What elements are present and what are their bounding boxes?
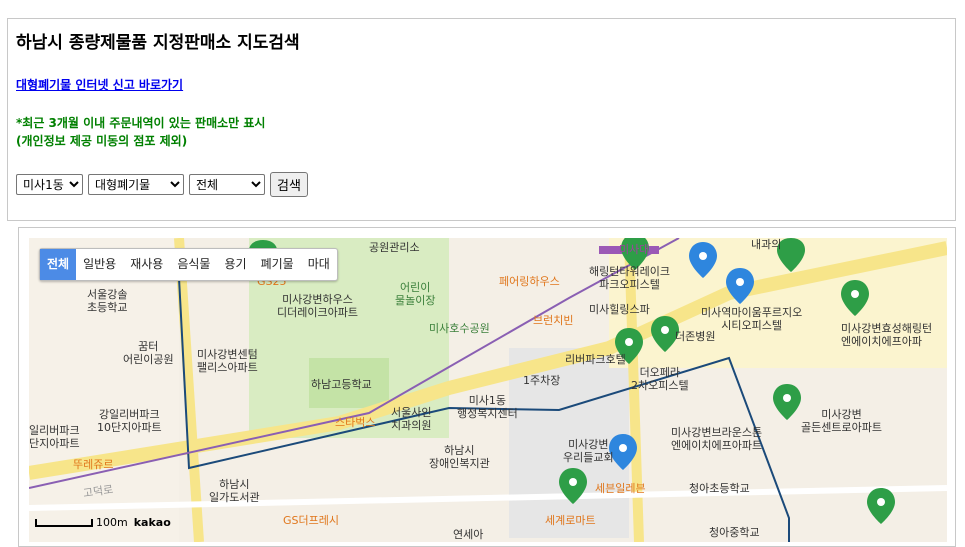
tab-sack[interactable]: 마대 xyxy=(301,249,337,280)
map-label: 미사1동 행정복지센터 xyxy=(457,394,518,420)
dong-select[interactable]: 미사1동 xyxy=(16,174,83,195)
tab-food[interactable]: 음식물 xyxy=(170,249,217,280)
map-label: 브런치빈 xyxy=(533,314,574,327)
map-label: 어린이 물놀이장 xyxy=(395,281,436,307)
scale-label: 100m xyxy=(96,516,128,529)
map-label: 공원관리소 xyxy=(369,241,420,254)
road-vertical xyxy=(174,238,204,542)
kakao-logo: kakao xyxy=(133,516,171,529)
map-label: 내과의 xyxy=(751,238,782,251)
report-link[interactable]: 대형폐기물 인터넷 신고 바로가기 xyxy=(16,76,183,93)
tab-general[interactable]: 일반용 xyxy=(76,249,123,280)
map-label: 미사역마이움푸르지오 시티오피스텔 xyxy=(701,306,803,332)
map-label: 미사호수공원 xyxy=(429,322,490,335)
map-label: 뚜레쥬르 xyxy=(73,458,114,471)
map-label: 세븐일레븐 xyxy=(595,482,646,495)
map-label: 페어링하우스 xyxy=(499,275,560,288)
map-label: 미사대 xyxy=(619,243,650,256)
tab-waste[interactable]: 폐기물 xyxy=(254,249,301,280)
tab-reuse[interactable]: 재사용 xyxy=(123,249,170,280)
map-canvas[interactable] xyxy=(29,238,947,542)
map-label: 리버파크호텔 xyxy=(565,353,626,366)
map-label: 서울강솔 초등학교 xyxy=(87,288,128,314)
map-label: 미사힐링스파 xyxy=(589,303,650,316)
map-label: 꿈터 어린이공원 xyxy=(123,340,174,366)
green-pin[interactable] xyxy=(773,384,801,420)
map-label: 미사강변효성해링턴 엔에이치에프아파 xyxy=(841,322,933,348)
filter-bar: 미사1동 대형폐기물 전체 검색 xyxy=(16,172,308,197)
map-label: 스타벅스 xyxy=(335,416,376,429)
category-bar: 전체 일반용 재사용 음식물 용기 폐기물 마대 xyxy=(39,248,338,281)
map-label: 일리버파크 단지아파트 xyxy=(29,424,80,450)
notice: *최근 3개월 이내 주문내역이 있는 판매소만 표시 (개인정보 제공 미동의… xyxy=(16,114,265,150)
map-label: 더오페라 2차오피스텔 xyxy=(631,366,689,392)
map-label: GS더프레시 xyxy=(283,514,339,527)
search-button[interactable]: 검색 xyxy=(270,172,308,197)
map-label: 하남고등학교 xyxy=(311,378,372,391)
map-label: 미사강변하우스 디더레이크아파트 xyxy=(277,293,358,319)
map-scale: 100m kakao xyxy=(35,516,171,529)
map-label: 미사강변브라운스톤 엔에이치에프아파트 xyxy=(671,426,763,452)
map-label: 연세아 xyxy=(453,528,484,541)
scale-bar xyxy=(35,518,93,527)
map-label: 하남시 일가도서관 xyxy=(209,478,260,504)
tab-container[interactable]: 용기 xyxy=(217,249,253,280)
map-label: 미사강변 우리들교회 xyxy=(563,438,614,464)
scope-select[interactable]: 전체 xyxy=(189,174,265,195)
page-title: 하남시 종량제물품 지정판매소 지도검색 xyxy=(16,33,300,53)
map-label: 해링턴타워레이크 파크오피스텔 xyxy=(589,265,670,291)
notice-line-2: (개인정보 제공 미동의 점포 제외) xyxy=(16,134,188,148)
map-label: 서울사인 치과의원 xyxy=(391,406,432,432)
map-label: 강일리버파크 10단지아파트 xyxy=(97,408,162,434)
map-label: 청아중학교 xyxy=(709,526,760,539)
tab-all[interactable]: 전체 xyxy=(40,249,77,280)
green-pin[interactable] xyxy=(867,488,895,524)
map-view[interactable]: 공원관리소 서울강솔 초등학교 GS25 어린이 물놀이장 미사강변하우스 디더… xyxy=(29,238,947,542)
map-label: 세계로마트 xyxy=(545,514,596,527)
map-label: 하남시 장애인복지관 xyxy=(429,444,490,470)
map-label: 청아초등학교 xyxy=(689,482,750,495)
map-label: 미사강변 골든센트로아파트 xyxy=(801,408,882,434)
map-label: 1주차장 xyxy=(523,374,561,387)
item-select[interactable]: 대형폐기물 xyxy=(88,174,184,195)
notice-line-1: *최근 3개월 이내 주문내역이 있는 판매소만 표시 xyxy=(16,116,266,130)
map-label: 미사강변센텀 팰리스아파트 xyxy=(197,348,258,374)
